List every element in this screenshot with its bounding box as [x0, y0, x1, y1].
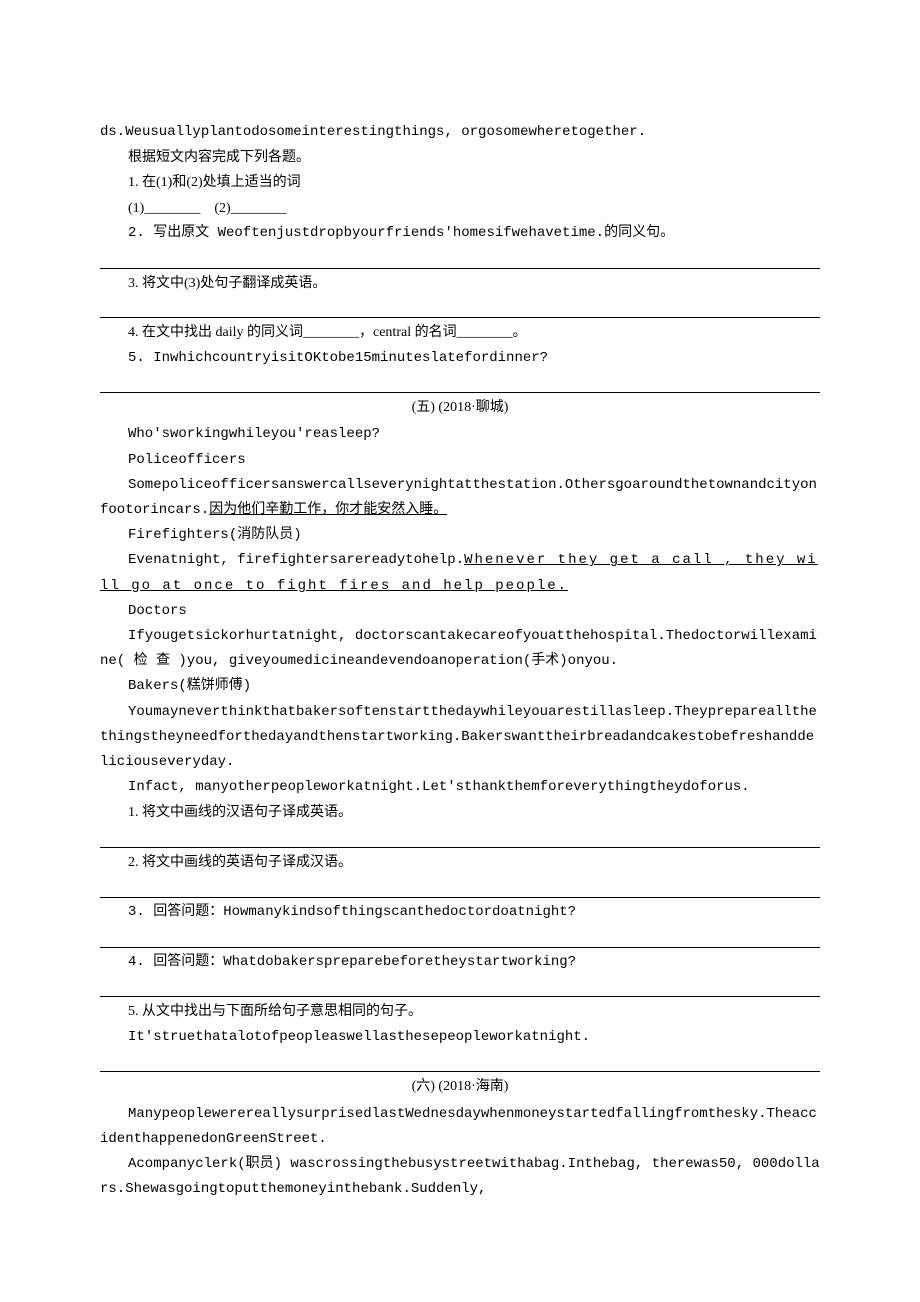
answer-line[interactable] [100, 298, 820, 319]
section4-q1-label: 1. 在(1)和(2)处填上适当的词 [100, 170, 820, 195]
answer-line[interactable] [100, 827, 820, 848]
section4-q2: 2. 写出原文 Weoftenjustdropbyourfriends'home… [100, 221, 820, 246]
q4-part-c: 。 [513, 325, 527, 340]
section5-h3: Doctors [100, 599, 820, 624]
section5-q1: 1. 将文中画线的汉语句子译成英语。 [100, 800, 820, 825]
answer-line[interactable] [100, 927, 820, 948]
section5-h1: Policeofficers [100, 448, 820, 473]
p2a: Somepoliceofficersanswercallseverynighta… [100, 477, 817, 518]
q4-part-a: 4. 在文中找出 daily 的同义词________ [128, 325, 359, 340]
answer-line[interactable] [100, 977, 820, 998]
section6-p1: ManypeoplewerereallysurprisedlastWednesd… [100, 1102, 820, 1152]
section4-q1-blanks: (1)________ (2)________ [100, 196, 820, 221]
section5-h4: Bakers(糕饼师傅) [100, 674, 820, 699]
section5-p1: Who'sworkingwhileyou'reasleep? [100, 422, 820, 447]
answer-line[interactable] [100, 373, 820, 394]
section4-intro: 根据短文内容完成下列各题。 [100, 145, 820, 170]
section5-p5: Youmayneverthinkthatbakersoftenstartthed… [100, 700, 820, 776]
section6-p2: Acompanyclerk(职员) wascrossingthebusystre… [100, 1152, 820, 1202]
section5-title: (五) (2018·聊城) [100, 395, 820, 420]
section6-title: (六) (2018·海南) [100, 1074, 820, 1099]
section5-p6: Infact, manyotherpeopleworkatnight.Let's… [100, 775, 820, 800]
answer-line[interactable] [100, 1052, 820, 1073]
section5-p4: Ifyougetsickorhurtatnight, doctorscantak… [100, 624, 820, 674]
answer-line[interactable] [100, 248, 820, 269]
section5-q5b: It'struethatalotofpeopleaswellasthesepeo… [100, 1025, 820, 1050]
section5-q5a: 5. 从文中找出与下面所给句子意思相同的句子。 [100, 999, 820, 1024]
p2b-underlined: 因为他们辛勤工作，你才能安然入睡。 [209, 502, 447, 518]
section5-q3: 3. 回答问题：Howmanykindsofthingscanthedoctor… [100, 900, 820, 925]
section5-p2: Somepoliceofficersanswercallseverynighta… [100, 473, 820, 523]
top-fragment: ds.Weusuallyplantodosomeinterestingthing… [100, 120, 820, 145]
answer-line[interactable] [100, 877, 820, 898]
section5-q4: 4. 回答问题：Whatdobakerspreparebeforetheysta… [100, 950, 820, 975]
section4-q4: 4. 在文中找出 daily 的同义词________，central 的名词_… [100, 320, 820, 345]
q4-part-b: ，central 的名词________ [359, 325, 513, 340]
section4-q5: 5. InwhichcountryisitOKtobe15minuteslate… [100, 346, 820, 371]
section5-p3: Evenatnight, firefightersarereadytohelp.… [100, 548, 820, 598]
section5-q2: 2. 将文中画线的英语句子译成汉语。 [100, 850, 820, 875]
p3a: Evenatnight, firefightersarereadytohelp. [128, 552, 464, 568]
section4-q3: 3. 将文中(3)处句子翻译成英语。 [100, 271, 820, 296]
section5-h2: Firefighters(消防队员) [100, 523, 820, 548]
